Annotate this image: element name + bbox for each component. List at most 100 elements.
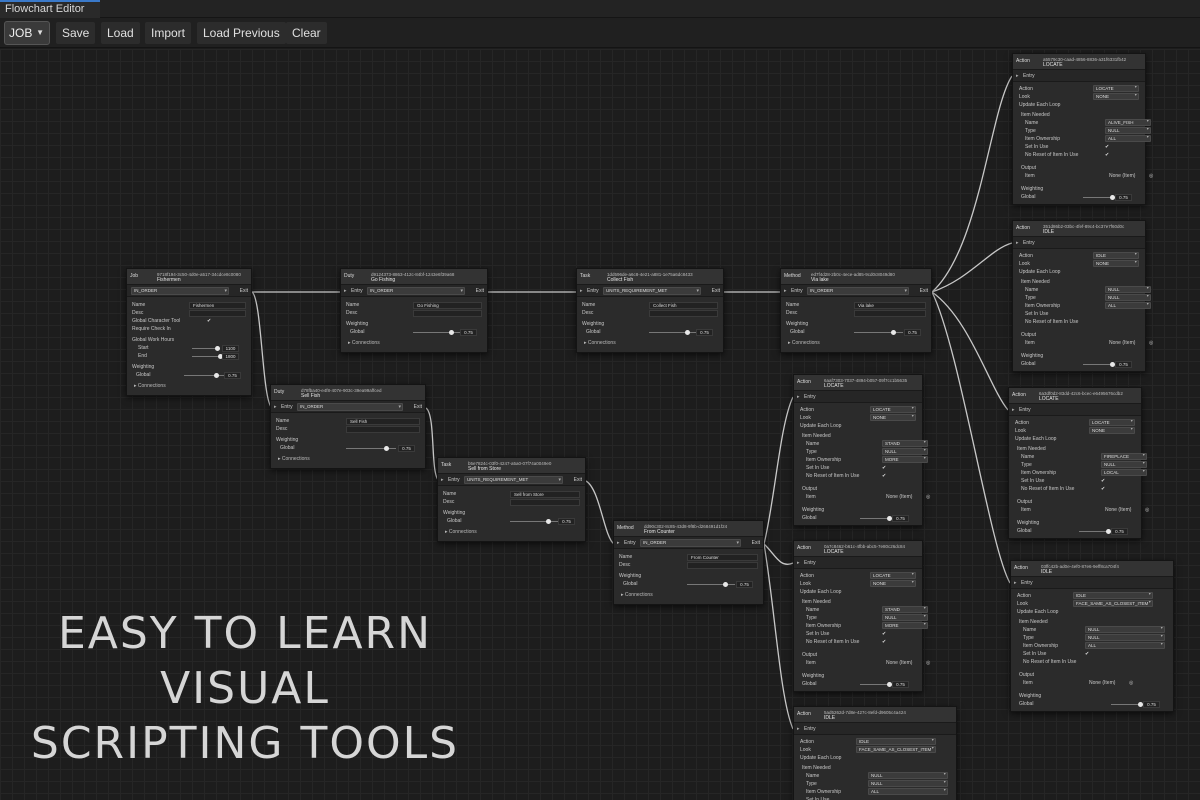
action-dropdown[interactable]: IDLE <box>856 738 936 745</box>
object-picker-icon[interactable]: ◎ <box>1149 172 1153 180</box>
execution-mode-dropdown[interactable]: IN_ORDER <box>131 287 229 295</box>
node-header[interactable]: Action 5ad5262d-7d8e-427c-8efd-d9605c4a42… <box>794 707 956 723</box>
entry-port-icon[interactable]: ▸ <box>617 540 620 547</box>
look-dropdown[interactable]: NONE <box>1093 260 1139 267</box>
look-dropdown[interactable]: NONE <box>1089 427 1135 434</box>
weight-slider-handle[interactable] <box>384 446 389 451</box>
set-in-use-checkbox[interactable]: ✔ <box>1101 477 1105 485</box>
connections-foldout[interactable]: ▸ Connections <box>786 339 926 348</box>
weight-value-field[interactable]: 0.75 <box>1115 194 1132 201</box>
node-header[interactable]: Method ed7f4d28-2b0c-4ece-ad85-9cd0c8049d… <box>781 269 931 285</box>
weight-value-field[interactable]: 1800 <box>222 353 239 360</box>
object-picker-icon[interactable]: ◎ <box>1145 506 1149 514</box>
connections-foldout[interactable]: ▸ Connections <box>619 591 758 600</box>
desc-field[interactable] <box>687 562 758 569</box>
entry-port-icon[interactable]: ▸ <box>441 477 444 484</box>
item-ownership-dropdown[interactable]: LOCAL <box>1101 469 1147 476</box>
set-in-use-checkbox[interactable]: ✔ <box>882 630 886 638</box>
item-type-dropdown[interactable]: NULL <box>1105 294 1151 301</box>
no-reset-checkbox[interactable]: ✔ <box>882 638 886 646</box>
load-previous-button[interactable]: Load Previous <box>197 22 286 44</box>
weight-value-field[interactable]: 0.75 <box>736 581 753 588</box>
node-header[interactable]: Action 6a3df0d2-83dd-42c6-bcec-e6495676cd… <box>1009 388 1141 404</box>
action-dropdown[interactable]: LOCATE <box>1093 85 1139 92</box>
entry-port-icon[interactable]: ▸ <box>1016 240 1019 247</box>
entry-port-icon[interactable]: ▸ <box>580 288 583 295</box>
weight-value-field[interactable]: 0.75 <box>558 518 575 525</box>
item-type-dropdown[interactable]: NULL <box>1101 461 1147 468</box>
look-dropdown[interactable]: FACE_SAME_AS_CLOSEST_ITEM <box>1073 600 1153 607</box>
weight-value-field[interactable]: 0.75 <box>224 372 241 379</box>
desc-field[interactable] <box>189 310 246 317</box>
object-picker-icon[interactable]: ◎ <box>1149 339 1153 347</box>
name-field[interactable]: Sell from Store <box>510 491 580 498</box>
checkmark-icon[interactable]: ✔ <box>207 317 211 325</box>
action-dropdown[interactable]: IDLE <box>1093 252 1139 259</box>
execution-mode-dropdown[interactable]: UNITS_REQUIREMENT_MET <box>464 476 563 484</box>
duty1-node[interactable]: Duty d9124373-8863-412c-84bf-1243e6f39a68… <box>340 268 488 353</box>
output-item-field[interactable]: None (Item) <box>886 659 912 667</box>
entry-port-icon[interactable]: ▸ <box>797 560 800 567</box>
weight-value-field[interactable]: 0.75 <box>696 329 713 336</box>
node-header[interactable]: Task b5e7824c-03f0-4247-a5a0-07f74a0049e0… <box>438 458 585 474</box>
desc-field[interactable] <box>854 310 926 317</box>
task1-node[interactable]: Task 1dd596de-a6c8-4e21-a881-1e75a6dc8433… <box>576 268 724 353</box>
clear-button[interactable]: Clear <box>286 22 327 44</box>
object-picker-icon[interactable]: ◎ <box>926 659 930 667</box>
weight-value-field[interactable]: 0.75 <box>398 445 415 452</box>
save-button[interactable]: Save <box>56 22 96 44</box>
item-ownership-dropdown[interactable]: ALL <box>1105 302 1151 309</box>
item-name-dropdown[interactable]: NULL <box>1105 286 1151 293</box>
method2-node[interactable]: Method dd90c302-8c85-43d8-9f8b-d268491d1f… <box>613 520 764 605</box>
exit-port[interactable]: Exit <box>920 288 928 295</box>
look-dropdown[interactable]: NONE <box>870 580 916 587</box>
exit-port[interactable]: Exit <box>712 288 720 295</box>
name-field[interactable]: Collect Fish <box>649 302 718 309</box>
action-dropdown[interactable]: LOCATE <box>870 406 916 413</box>
weight-value-field[interactable]: 1100 <box>222 345 239 352</box>
window-tab[interactable]: Flowchart Editor <box>0 0 100 18</box>
look-dropdown[interactable]: FACE_SAME_AS_CLOSEST_ITEM <box>856 746 936 753</box>
connections-foldout[interactable]: ▸ Connections <box>276 455 420 464</box>
item-name-dropdown[interactable]: NULL <box>868 772 948 779</box>
item-name-dropdown[interactable]: FIREPLACE <box>1101 453 1147 460</box>
weight-slider-handle[interactable] <box>546 519 552 524</box>
action-node[interactable]: Action 5ad5262d-7d8e-427c-8efd-d9605c4a42… <box>793 706 957 800</box>
node-header[interactable]: Duty d78fba40-e4f8-407e-903c-39ea99affced… <box>271 385 425 401</box>
job-node[interactable]: Job 9718f194-3c50-4d0e-a517-34cdce8c0080 F… <box>126 268 252 396</box>
item-type-dropdown[interactable]: NULL <box>868 780 948 787</box>
execution-mode-dropdown[interactable]: IN_ORDER <box>640 539 741 547</box>
weight-slider-handle[interactable] <box>214 373 219 378</box>
weight-value-field[interactable]: 0.75 <box>1115 361 1132 368</box>
weight-value-field[interactable]: 0.75 <box>460 329 477 336</box>
item-ownership-dropdown[interactable]: ALL <box>1085 642 1165 649</box>
load-button[interactable]: Load <box>101 22 140 44</box>
output-item-field[interactable]: None (Item) <box>1089 679 1115 687</box>
weight-value-field[interactable]: 0.75 <box>1143 701 1160 708</box>
node-header[interactable]: Action 351d86b2-03bc-4fef-89c4-bc37e7f60d… <box>1013 221 1145 237</box>
entry-port-icon[interactable]: ▸ <box>1016 73 1019 80</box>
entry-port-icon[interactable]: ▸ <box>797 394 800 401</box>
item-type-dropdown[interactable]: NULL <box>882 614 928 621</box>
action-node[interactable]: Action 6a3df0d2-83dd-42c6-bcec-e6495676cd… <box>1008 387 1149 539</box>
connections-foldout[interactable]: ▸ Connections <box>132 382 246 391</box>
node-header[interactable]: Method dd90c302-8c85-43d8-9f8b-d268491d1f… <box>614 521 763 537</box>
look-dropdown[interactable]: NONE <box>870 414 916 421</box>
graph-type-select[interactable]: JOB ▼ <box>4 21 50 45</box>
execution-mode-dropdown[interactable]: UNITS_REQUIREMENT_MET <box>603 287 701 295</box>
entry-port-icon[interactable]: ▸ <box>797 726 800 733</box>
no-reset-checkbox[interactable]: ✔ <box>1101 485 1105 493</box>
item-type-dropdown[interactable]: NULL <box>1085 634 1165 641</box>
name-field[interactable]: Fishermen <box>189 302 246 309</box>
exit-port[interactable]: Exit <box>574 477 582 484</box>
no-reset-checkbox[interactable]: ✔ <box>882 472 886 480</box>
node-header[interactable]: Task 1dd596de-a6c8-4e21-a881-1e75a6dc8433… <box>577 269 723 285</box>
exit-port[interactable]: Exit <box>476 288 484 295</box>
item-name-dropdown[interactable]: STAND <box>882 440 928 447</box>
action-dropdown[interactable]: IDLE <box>1073 592 1153 599</box>
no-reset-checkbox[interactable]: ✔ <box>1105 151 1109 159</box>
item-ownership-dropdown[interactable]: ALL <box>868 788 948 795</box>
exit-port[interactable]: Exit <box>414 404 422 411</box>
item-type-dropdown[interactable]: NULL <box>1105 127 1151 134</box>
weight-slider-handle[interactable] <box>448 330 454 335</box>
